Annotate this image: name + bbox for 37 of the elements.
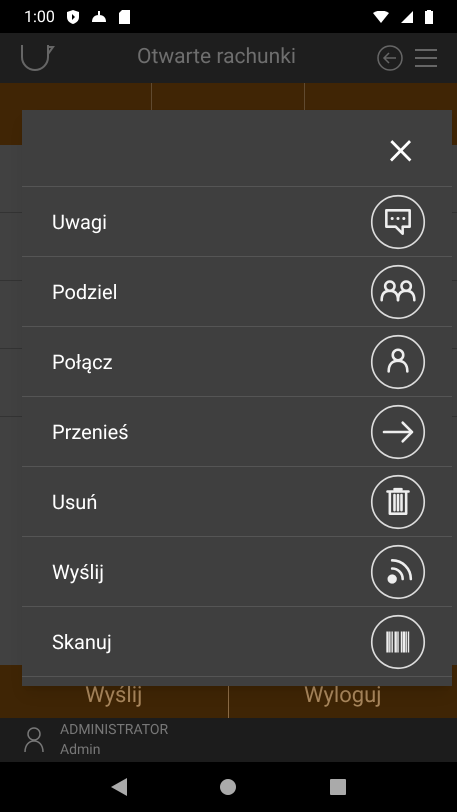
- cup-icon: [20, 43, 56, 73]
- recents-square-icon[interactable]: [330, 779, 346, 795]
- two-people-icon: [370, 264, 426, 320]
- speech-bubble-icon: [370, 194, 426, 250]
- barcode-icon: [370, 614, 426, 670]
- trash-icon: [370, 474, 426, 530]
- person-icon: [370, 334, 426, 390]
- cake-icon: [90, 10, 107, 22]
- signal-icon: [401, 10, 413, 22]
- back-triangle-icon[interactable]: [110, 778, 127, 796]
- person-icon: [24, 727, 44, 753]
- menu-item[interactable]: Podziel: [22, 257, 452, 327]
- menu-item-label: Podziel: [52, 278, 118, 306]
- signal-waves-icon: [370, 544, 426, 600]
- user-name: Admin: [60, 741, 102, 760]
- app-title: Otwarte rachunki: [136, 44, 297, 72]
- menu-item-label: Uwagi: [52, 208, 108, 236]
- menu-item-label: Przenieś: [52, 418, 130, 446]
- battery-icon: [425, 10, 433, 24]
- menu-item-label: Połącz: [52, 348, 114, 376]
- status-time: 1:00: [24, 6, 55, 28]
- menu-item[interactable]: Skanuj: [22, 607, 452, 677]
- menu-item[interactable]: Połącz: [22, 327, 452, 397]
- menu-item-label: Skanuj: [52, 628, 113, 656]
- close-button[interactable]: ×: [388, 123, 414, 173]
- home-circle-icon[interactable]: [220, 779, 236, 795]
- menu-item-label: Wyślij: [52, 558, 106, 586]
- menu-item[interactable]: Usuń: [22, 467, 452, 537]
- user-role: ADMINISTRATOR: [60, 721, 168, 740]
- shield-icon: [66, 10, 79, 24]
- sd-card-icon: [118, 10, 130, 24]
- menu-item-label: Usuń: [52, 488, 98, 516]
- wifi-icon: [373, 10, 389, 22]
- menu-item[interactable]: Uwagi: [22, 187, 452, 257]
- menu-item[interactable]: Wyślij: [22, 537, 452, 607]
- menu-icon[interactable]: [415, 48, 437, 68]
- menu-item[interactable]: Przenieś: [22, 397, 452, 467]
